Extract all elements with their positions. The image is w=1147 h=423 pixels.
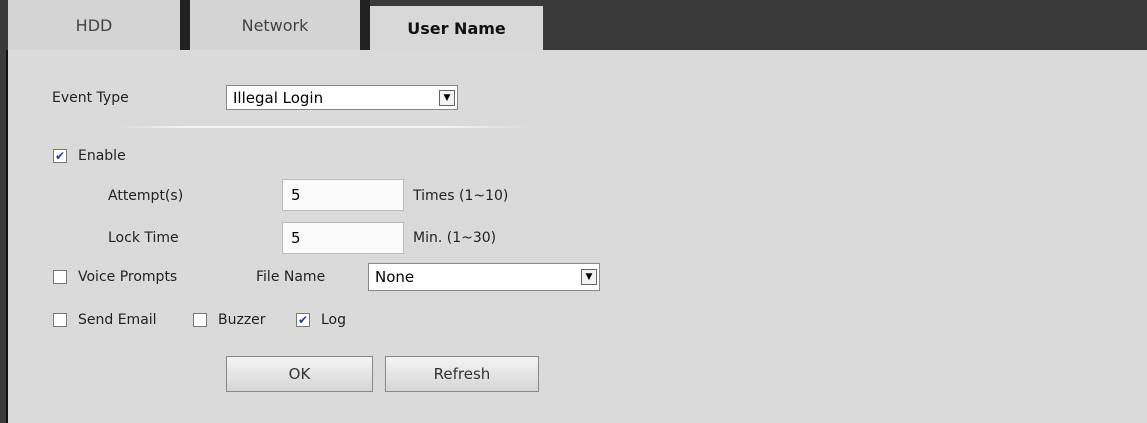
enable-label: Enable xyxy=(78,148,126,164)
voice-prompts-checkbox[interactable] xyxy=(53,270,67,284)
attempts-input[interactable]: 5 xyxy=(282,179,404,211)
buzzer-label: Buzzer xyxy=(218,312,266,328)
tab-network[interactable]: Network xyxy=(190,0,360,50)
settings-panel xyxy=(8,50,1147,423)
check-icon: ✔ xyxy=(54,149,66,163)
alarm-config-window: HDD Network User Name Event Type Illegal… xyxy=(0,0,1147,423)
send-email-checkbox[interactable] xyxy=(53,313,67,327)
tab-separator xyxy=(360,0,370,50)
log-label: Log xyxy=(321,312,347,328)
ok-button[interactable]: OK xyxy=(226,356,373,392)
refresh-button[interactable]: Refresh xyxy=(385,356,539,392)
buzzer-checkbox[interactable] xyxy=(193,313,207,327)
tab-user-name[interactable]: User Name xyxy=(370,6,543,50)
section-divider xyxy=(120,126,530,128)
enable-checkbox[interactable]: ✔ xyxy=(53,149,67,163)
tab-hdd[interactable]: HDD xyxy=(8,0,180,50)
file-name-label: File Name xyxy=(256,269,326,285)
lock-time-input[interactable]: 5 xyxy=(282,222,404,254)
file-name-value: None xyxy=(375,268,415,286)
attempts-unit: Times (1~10) xyxy=(413,188,509,204)
event-type-value: Illegal Login xyxy=(233,88,324,107)
dropdown-arrow-icon[interactable]: ▼ xyxy=(581,269,597,285)
event-type-select[interactable]: Illegal Login ▼ xyxy=(226,85,458,110)
attempts-label: Attempt(s) xyxy=(108,188,184,204)
dropdown-arrow-icon[interactable]: ▼ xyxy=(439,89,455,106)
send-email-label: Send Email xyxy=(78,312,157,328)
log-checkbox[interactable]: ✔ xyxy=(296,313,310,327)
file-name-select[interactable]: None ▼ xyxy=(368,263,600,291)
voice-prompts-label: Voice Prompts xyxy=(78,269,178,285)
lock-time-unit: Min. (1~30) xyxy=(413,230,497,246)
check-icon: ✔ xyxy=(297,313,309,327)
event-type-label: Event Type xyxy=(52,90,129,106)
lock-time-label: Lock Time xyxy=(108,230,179,246)
tab-separator xyxy=(180,0,190,50)
